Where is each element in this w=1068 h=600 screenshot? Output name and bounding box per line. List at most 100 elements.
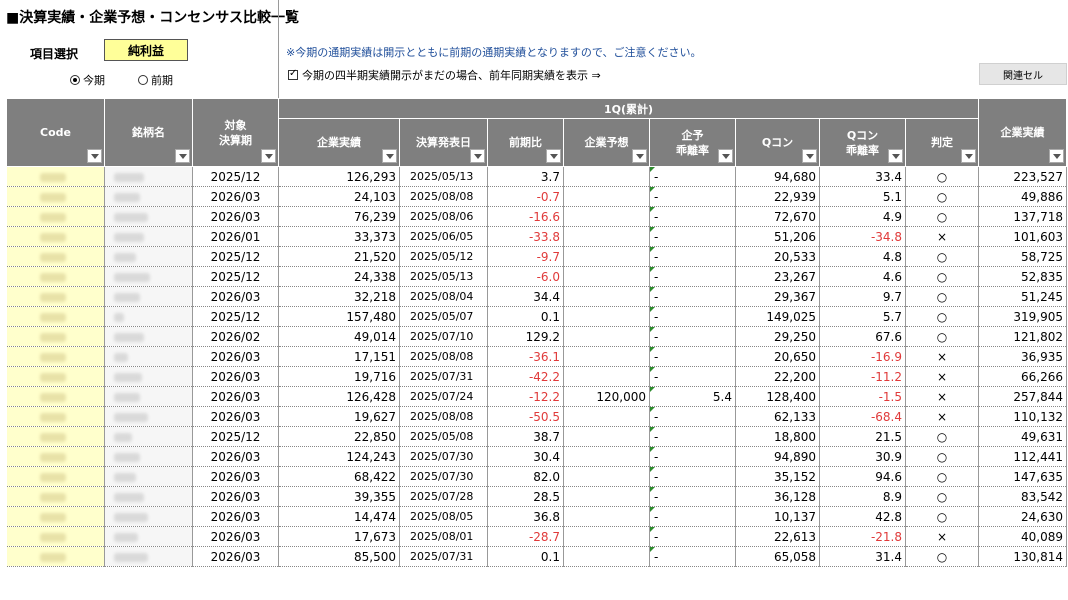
- table-row[interactable]: 2025/12 21,520 2025/05/12 -9.7 -20,533 4.8 ○ 58…: [6, 246, 1067, 267]
- cell-date[interactable]: 2025/08/08: [399, 406, 488, 427]
- cell-name[interactable]: [104, 506, 193, 527]
- cell-date[interactable]: 2025/05/12: [399, 246, 488, 267]
- cell-actual-next[interactable]: 58,725: [978, 246, 1067, 267]
- cell-qcon[interactable]: 22,200: [735, 366, 820, 387]
- filter-dropdown-icon[interactable]: [470, 149, 485, 163]
- cell-period[interactable]: 2026/03: [192, 506, 279, 527]
- cell-yoy[interactable]: 3.7: [487, 166, 564, 187]
- cell-code[interactable]: [6, 386, 105, 407]
- cell-qcon-dev[interactable]: 94.6: [819, 466, 906, 487]
- cell-forecast[interactable]: [563, 306, 650, 327]
- cell-date[interactable]: 2025/07/30: [399, 466, 488, 487]
- cell-code[interactable]: [6, 526, 105, 547]
- cell-judge[interactable]: ○: [905, 446, 979, 467]
- cell-forecast[interactable]: [563, 266, 650, 287]
- cell-code[interactable]: [6, 306, 105, 327]
- cell-name[interactable]: [104, 366, 193, 387]
- filter-dropdown-icon[interactable]: [632, 149, 647, 163]
- cell-judge[interactable]: ×: [905, 406, 979, 427]
- cell-forecast[interactable]: [563, 346, 650, 367]
- table-row[interactable]: 2026/03 39,355 2025/07/28 28.5 -36,128 8.9 ○ 83…: [6, 486, 1067, 507]
- cell-actual[interactable]: 19,716: [278, 366, 400, 387]
- cell-date[interactable]: 2025/05/07: [399, 306, 488, 327]
- cell-judge[interactable]: ○: [905, 426, 979, 447]
- cell-judge[interactable]: ○: [905, 266, 979, 287]
- cell-yoy[interactable]: 82.0: [487, 466, 564, 487]
- cell-actual[interactable]: 157,480: [278, 306, 400, 327]
- table-row[interactable]: 2026/03 76,239 2025/08/06 -16.6 -72,670 4.9 ○ 1…: [6, 206, 1067, 227]
- show-prior-year-checkbox[interactable]: 今期の四半期実績開示がまだの場合、前年同期実績を表示 ⇒: [288, 67, 601, 83]
- cell-qcon[interactable]: 36,128: [735, 486, 820, 507]
- cell-code[interactable]: [6, 546, 105, 567]
- cell-qcon[interactable]: 20,650: [735, 346, 820, 367]
- cell-forecast-dev[interactable]: -: [649, 526, 736, 547]
- cell-judge[interactable]: ×: [905, 366, 979, 387]
- cell-qcon-dev[interactable]: -68.4: [819, 406, 906, 427]
- cell-period[interactable]: 2026/03: [192, 466, 279, 487]
- cell-period[interactable]: 2026/03: [192, 446, 279, 467]
- cell-yoy[interactable]: 0.1: [487, 546, 564, 567]
- cell-yoy[interactable]: 129.2: [487, 326, 564, 347]
- cell-forecast-dev[interactable]: -: [649, 466, 736, 487]
- cell-judge[interactable]: ○: [905, 206, 979, 227]
- cell-forecast[interactable]: [563, 226, 650, 247]
- cell-code[interactable]: [6, 326, 105, 347]
- cell-date[interactable]: 2025/06/05: [399, 226, 488, 247]
- cell-judge[interactable]: ×: [905, 226, 979, 247]
- cell-forecast-dev[interactable]: -: [649, 546, 736, 567]
- cell-judge[interactable]: ×: [905, 526, 979, 547]
- cell-name[interactable]: [104, 406, 193, 427]
- cell-forecast[interactable]: [563, 426, 650, 447]
- cell-actual[interactable]: 21,520: [278, 246, 400, 267]
- cell-forecast[interactable]: [563, 466, 650, 487]
- cell-code[interactable]: [6, 366, 105, 387]
- cell-name[interactable]: [104, 266, 193, 287]
- cell-judge[interactable]: ○: [905, 166, 979, 187]
- cell-name[interactable]: [104, 206, 193, 227]
- cell-forecast-dev[interactable]: -: [649, 486, 736, 507]
- cell-actual[interactable]: 39,355: [278, 486, 400, 507]
- cell-qcon-dev[interactable]: -21.8: [819, 526, 906, 547]
- cell-name[interactable]: [104, 246, 193, 267]
- cell-forecast-dev[interactable]: -: [649, 166, 736, 187]
- cell-qcon-dev[interactable]: 67.6: [819, 326, 906, 347]
- cell-judge[interactable]: ×: [905, 346, 979, 367]
- cell-qcon[interactable]: 23,267: [735, 266, 820, 287]
- cell-forecast[interactable]: [563, 186, 650, 207]
- cell-actual[interactable]: 17,151: [278, 346, 400, 367]
- cell-period[interactable]: 2025/12: [192, 266, 279, 287]
- cell-qcon-dev[interactable]: -34.8: [819, 226, 906, 247]
- table-row[interactable]: 2026/03 126,428 2025/07/24 -12.2 120,000 5.4 1…: [6, 386, 1067, 407]
- cell-qcon[interactable]: 20,533: [735, 246, 820, 267]
- cell-forecast[interactable]: 120,000: [563, 386, 650, 407]
- cell-actual[interactable]: 126,428: [278, 386, 400, 407]
- cell-code[interactable]: [6, 286, 105, 307]
- cell-yoy[interactable]: 36.8: [487, 506, 564, 527]
- cell-qcon-dev[interactable]: 33.4: [819, 166, 906, 187]
- cell-qcon-dev[interactable]: -16.9: [819, 346, 906, 367]
- table-row[interactable]: 2026/03 24,103 2025/08/08 -0.7 -22,939 5.1 ○ 49…: [6, 186, 1067, 207]
- cell-forecast[interactable]: [563, 446, 650, 467]
- cell-qcon-dev[interactable]: 5.7: [819, 306, 906, 327]
- filter-dropdown-icon[interactable]: [382, 149, 397, 163]
- cell-qcon-dev[interactable]: 30.9: [819, 446, 906, 467]
- cell-name[interactable]: [104, 526, 193, 547]
- cell-period[interactable]: 2026/03: [192, 406, 279, 427]
- cell-actual[interactable]: 24,338: [278, 266, 400, 287]
- cell-period[interactable]: 2026/03: [192, 286, 279, 307]
- cell-forecast[interactable]: [563, 286, 650, 307]
- cell-yoy[interactable]: 0.1: [487, 306, 564, 327]
- cell-actual[interactable]: 124,243: [278, 446, 400, 467]
- table-row[interactable]: 2025/12 22,850 2025/05/08 38.7 -18,800 21.5 ○ 4…: [6, 426, 1067, 447]
- cell-forecast[interactable]: [563, 366, 650, 387]
- cell-code[interactable]: [6, 506, 105, 527]
- cell-qcon-dev[interactable]: 4.9: [819, 206, 906, 227]
- cell-forecast-dev[interactable]: -: [649, 446, 736, 467]
- cell-name[interactable]: [104, 486, 193, 507]
- table-row[interactable]: 2026/03 19,627 2025/08/08 -50.5 -62,133 -68.4…: [6, 406, 1067, 427]
- cell-code[interactable]: [6, 246, 105, 267]
- cell-actual[interactable]: 68,422: [278, 466, 400, 487]
- table-row[interactable]: 2026/03 17,673 2025/08/01 -28.7 -22,613 -21.8…: [6, 526, 1067, 547]
- cell-actual[interactable]: 76,239: [278, 206, 400, 227]
- cell-qcon[interactable]: 29,250: [735, 326, 820, 347]
